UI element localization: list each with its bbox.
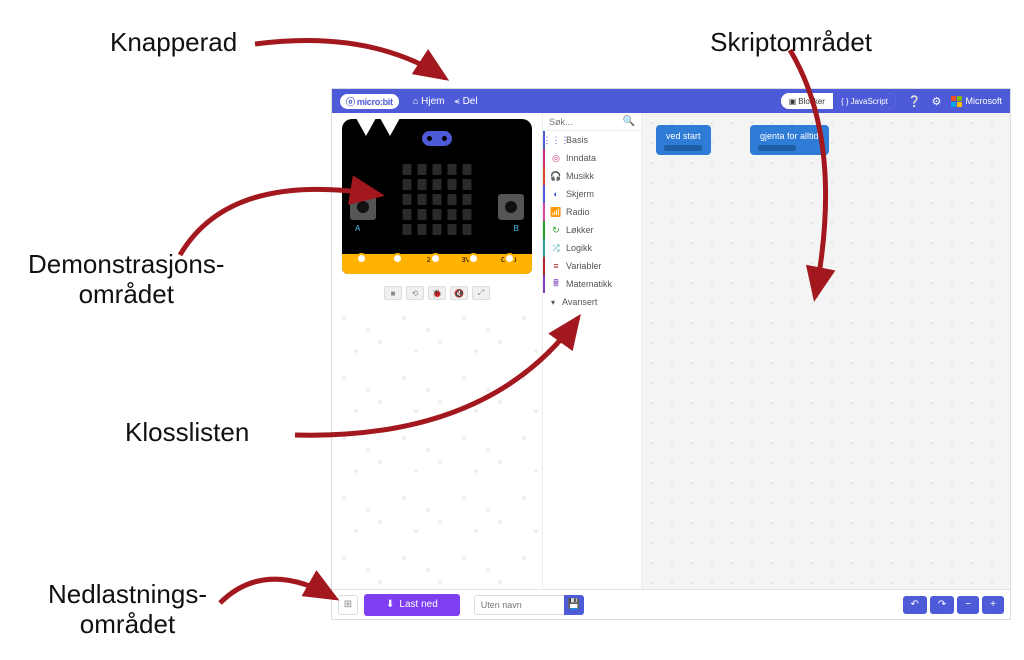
sim-stop-button[interactable]: ■ bbox=[384, 286, 402, 300]
redo-button[interactable]: ↷ bbox=[930, 596, 954, 614]
sim-fullscreen-button[interactable]: ⤢ bbox=[472, 286, 490, 300]
category-løkker[interactable]: ↻ Løkker bbox=[543, 221, 641, 239]
category-label: Basis bbox=[566, 135, 588, 145]
led-grid bbox=[403, 164, 472, 235]
download-icon: ⬇ bbox=[386, 599, 394, 610]
category-advanced-label: Avansert bbox=[562, 297, 597, 307]
category-radio[interactable]: 📶 Radio bbox=[543, 203, 641, 221]
category-matematikk[interactable]: 🖩 Matematikk bbox=[543, 275, 641, 293]
search-input[interactable] bbox=[549, 117, 623, 127]
blocks-icon: ▣ bbox=[789, 97, 797, 106]
category-variabler[interactable]: ≡ Variabler bbox=[543, 257, 641, 275]
simulator-controls: ■ ⟲ 🐞 🔇 ⤢ bbox=[384, 286, 490, 300]
label-a: A bbox=[355, 224, 360, 233]
button-b[interactable] bbox=[498, 194, 524, 220]
sim-mute-button[interactable]: 🔇 bbox=[450, 286, 468, 300]
category-label: Løkker bbox=[566, 225, 594, 235]
header-bar: ⓞ micro:bit ⌂ Hjem ⪪ Del ▣ Blokker { } J… bbox=[332, 89, 1010, 113]
microbit-simulator[interactable]: A B 0 1 2 3V GND bbox=[342, 119, 532, 274]
annotation-knapperad: Knapperad bbox=[110, 28, 237, 58]
save-button[interactable]: 💾 bbox=[564, 595, 584, 615]
sim-debug-button[interactable]: 🐞 bbox=[428, 286, 446, 300]
undo-button[interactable]: ↶ bbox=[903, 596, 927, 614]
zoom-in-button[interactable]: + bbox=[982, 596, 1004, 614]
category-label: Skjerm bbox=[566, 189, 594, 199]
category-icon: 📶 bbox=[551, 207, 561, 217]
category-skjerm[interactable]: ◐ Skjerm bbox=[543, 185, 641, 203]
explorer-toggle[interactable]: ⊞ bbox=[338, 595, 358, 615]
sim-restart-button[interactable]: ⟲ bbox=[406, 286, 424, 300]
help-icon[interactable]: ❔ bbox=[908, 95, 922, 108]
script-workspace[interactable]: ved start gjenta for alltid bbox=[642, 113, 1010, 589]
annotation-demo: Demonstrasjons-området bbox=[28, 250, 225, 310]
toggle-blocks[interactable]: ▣ Blokker bbox=[781, 93, 833, 109]
annotation-nedlastning: Nedlastnings-området bbox=[48, 580, 207, 640]
category-label: Musikk bbox=[566, 171, 594, 181]
category-label: Inndata bbox=[566, 153, 596, 163]
category-basis[interactable]: ⋮⋮⋮ Basis bbox=[543, 131, 641, 149]
annotation-skript: Skriptområdet bbox=[710, 28, 872, 58]
zoom-out-button[interactable]: − bbox=[957, 596, 979, 614]
category-advanced[interactable]: ▾ Avansert bbox=[543, 293, 641, 311]
category-label: Variabler bbox=[566, 261, 601, 271]
toggle-javascript[interactable]: { } JavaScript bbox=[833, 93, 896, 109]
toolbox-search[interactable]: 🔍 bbox=[543, 113, 641, 131]
category-icon: 🖩 bbox=[551, 279, 561, 289]
category-icon: ↻ bbox=[551, 225, 561, 235]
category-icon: ⋮⋮⋮ bbox=[551, 135, 561, 145]
block-forever[interactable]: gjenta for alltid bbox=[750, 125, 829, 155]
category-icon: ≡ bbox=[551, 261, 561, 271]
category-icon: ◐ bbox=[551, 189, 561, 199]
label-b: B bbox=[514, 224, 519, 233]
toolbox-panel: 🔍 ⋮⋮⋮ Basis ◎ Inndata 🎧 Musikk ◐ Skjerm 📶 Radio ↻ L… bbox=[542, 113, 642, 589]
makecode-app: ⓞ micro:bit ⌂ Hjem ⪪ Del ▣ Blokker { } J… bbox=[331, 88, 1011, 620]
block-on-start[interactable]: ved start bbox=[656, 125, 711, 155]
search-icon: 🔍 bbox=[623, 116, 635, 127]
nav-share-label: Del bbox=[463, 96, 478, 107]
category-label: Logikk bbox=[566, 243, 592, 253]
category-inndata[interactable]: ◎ Inndata bbox=[543, 149, 641, 167]
category-musikk[interactable]: 🎧 Musikk bbox=[543, 167, 641, 185]
category-icon: 🎧 bbox=[551, 171, 561, 181]
annotation-klosslisten: Klosslisten bbox=[125, 418, 249, 448]
project-name-input[interactable] bbox=[474, 595, 564, 615]
nav-home[interactable]: ⌂ Hjem bbox=[413, 96, 445, 107]
editor-toggle: ▣ Blokker { } JavaScript bbox=[781, 93, 896, 109]
home-icon: ⌂ bbox=[413, 96, 418, 106]
settings-icon[interactable]: ⚙ bbox=[932, 95, 942, 108]
microbit-logo: ⓞ micro:bit bbox=[340, 94, 399, 109]
footer-bar: ⊞ ⬇ Last ned 💾 ↶ ↷ − + bbox=[332, 589, 1010, 619]
nav-home-label: Hjem bbox=[421, 96, 444, 107]
download-button[interactable]: ⬇ Last ned bbox=[364, 594, 460, 616]
button-a[interactable] bbox=[350, 194, 376, 220]
category-icon: ◎ bbox=[551, 153, 561, 163]
category-label: Matematikk bbox=[566, 279, 612, 289]
microsoft-logo: Microsoft bbox=[951, 96, 1002, 107]
category-logikk[interactable]: ⤮ Logikk bbox=[543, 239, 641, 257]
nav-share[interactable]: ⪪ Del bbox=[455, 96, 478, 107]
simulator-panel: A B 0 1 2 3V GND ■ ⟲ 🐞 🔇 bbox=[332, 113, 542, 589]
chevron-down-icon: ▾ bbox=[551, 298, 555, 307]
category-icon: ⤮ bbox=[551, 243, 561, 253]
js-icon: { } bbox=[841, 97, 849, 106]
category-label: Radio bbox=[566, 207, 590, 217]
share-icon: ⪪ bbox=[455, 96, 460, 107]
